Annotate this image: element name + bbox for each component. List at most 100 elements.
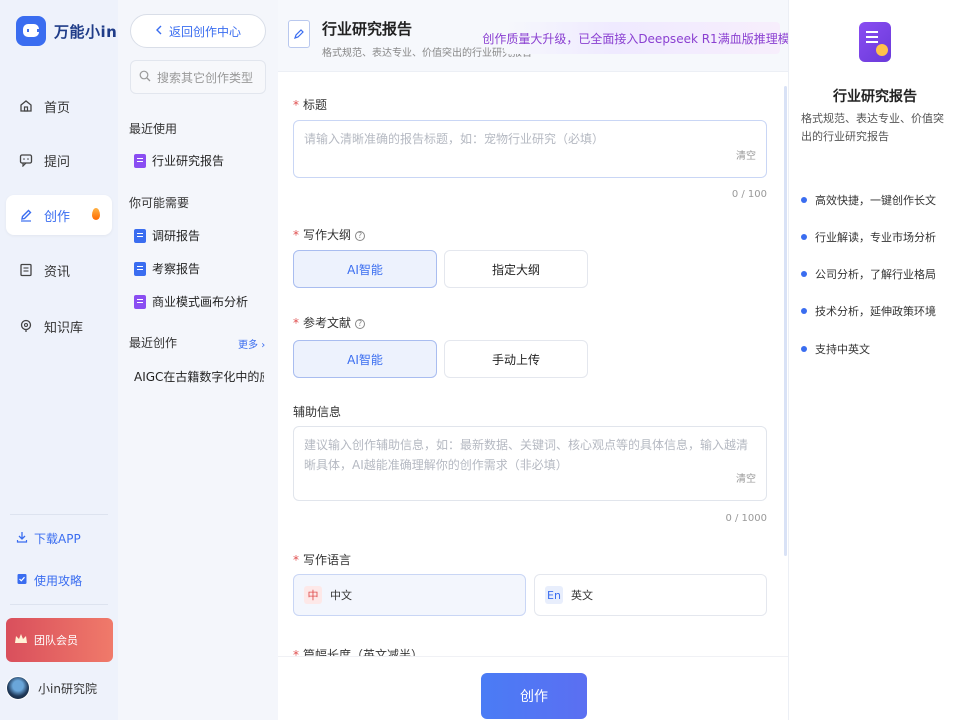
required-mark: * [293, 648, 299, 656]
form-header: 行业研究报告 格式规范、表达专业、价值突出的行业研究报告 创作质量大升级，已全面… [278, 0, 802, 72]
language-label: * 写作语言 [293, 551, 351, 568]
brand-name: 万能小in [54, 22, 118, 41]
create-button[interactable]: 创作 [481, 673, 587, 719]
chat-icon [18, 152, 34, 168]
user-name: 小in研究院 [38, 681, 97, 696]
nav-item-home[interactable]: 首页 [6, 86, 112, 126]
user-profile[interactable]: 小in研究院 [6, 676, 97, 700]
creation-form: 行业研究报告 格式规范、表达专业、价值突出的行业研究报告 创作质量大升级，已全面… [278, 0, 802, 720]
title-placeholder: 请输入清晰准确的报告标题，如：宠物行业研究（必填） [304, 132, 605, 146]
avatar [6, 676, 30, 700]
nav-item-label: 资讯 [44, 264, 71, 280]
chevron-left-icon [155, 24, 163, 38]
reference-label: * 参考文献? [293, 314, 366, 331]
main-nav: 万能小in 首页 提问 创作 资讯 知识库 下载APP 使用攻略 团队会员 小i… [0, 0, 118, 720]
bullet-icon [801, 234, 807, 240]
recent-used-heading: 最近使用 [129, 122, 178, 136]
help-icon[interactable]: ? [355, 319, 366, 329]
english-badge-icon: En [545, 586, 563, 604]
feature-item: 行业解读，专业市场分析 [801, 229, 936, 245]
recent-creation-heading: 最近创作 [129, 336, 178, 350]
scrollbar[interactable] [784, 86, 787, 556]
download-app-link[interactable]: 下载APP [16, 530, 81, 547]
length-label: * 篇幅长度（英文减半） [293, 646, 423, 656]
list-item-label: 调研报告 [152, 229, 201, 243]
info-title: 行业研究报告 [833, 89, 917, 105]
nav-item-ask[interactable]: 提问 [6, 140, 112, 180]
aux-char-counter: 0 / 1000 [725, 513, 767, 524]
recent-creation-item[interactable]: AIGC在古籍数字化中的应用... [134, 368, 264, 385]
divider [10, 514, 108, 515]
aux-info-textarea[interactable]: 建议输入创作辅助信息，如：最新数据、关键词、核心观点等的具体信息，输入越清晰具体… [293, 426, 767, 501]
brand-logo[interactable]: 万能小in [16, 16, 117, 46]
required-mark: * [293, 98, 299, 112]
title-label-text: 标题 [303, 98, 328, 112]
chinese-badge-icon: 中 [304, 586, 322, 604]
feature-item: 支持中英文 [801, 341, 870, 357]
title-label: * 标题 [293, 96, 327, 113]
outline-ai-option[interactable]: AI智能 [293, 250, 437, 288]
list-item-industry-report[interactable]: 行业研究报告 [134, 152, 224, 169]
nav-item-label: 首页 [44, 100, 71, 116]
document-icon [134, 228, 146, 243]
list-item-inspection-report[interactable]: 考察报告 [134, 260, 200, 277]
list-item-survey-report[interactable]: 调研报告 [134, 227, 200, 244]
nav-item-create[interactable]: 创作 [6, 195, 112, 235]
divider [10, 604, 108, 605]
nav-item-news[interactable]: 资讯 [6, 250, 112, 290]
required-mark: * [293, 316, 299, 330]
required-mark: * [293, 553, 299, 567]
aux-clear-button[interactable]: 清空 [736, 470, 756, 490]
back-to-creation-center-button[interactable]: 返回创作中心 [130, 14, 266, 48]
feature-text: 行业解读，专业市场分析 [815, 231, 936, 244]
back-button-label: 返回创作中心 [168, 24, 241, 39]
guide-link[interactable]: 使用攻略 [16, 572, 82, 589]
bullet-icon [801, 308, 807, 314]
feature-text: 高效快捷，一键创作长文 [815, 194, 936, 207]
more-link[interactable]: 更多 › [238, 336, 265, 351]
report-chart-icon [859, 22, 891, 62]
page-title: 行业研究报告 [322, 20, 413, 38]
document-icon [134, 294, 146, 309]
outline-label: * 写作大纲? [293, 226, 366, 243]
team-member-label: 团队会员 [34, 634, 78, 647]
required-mark: * [293, 228, 299, 242]
download-app-label: 下载APP [34, 532, 81, 546]
knowledge-icon [18, 318, 34, 334]
help-icon[interactable]: ? [355, 231, 366, 241]
title-clear-button[interactable]: 清空 [736, 147, 756, 167]
list-item-label: 商业模式画布分析 [152, 295, 249, 309]
robot-logo-icon [16, 16, 46, 46]
feature-text: 技术分析，延伸政策环境 [815, 305, 936, 318]
feature-item: 技术分析，延伸政策环境 [801, 303, 936, 319]
aux-info-label: 辅助信息 [293, 405, 342, 419]
news-icon [18, 262, 34, 278]
outline-label-text: 写作大纲 [303, 228, 352, 242]
more-label: 更多 [238, 340, 258, 351]
home-icon [18, 98, 34, 114]
maybe-need-heading: 你可能需要 [129, 196, 190, 210]
outline-custom-option[interactable]: 指定大纲 [444, 250, 588, 288]
nav-item-label: 知识库 [44, 320, 84, 336]
list-item-business-canvas[interactable]: 商业模式画布分析 [134, 293, 248, 310]
length-label-text: 篇幅长度（英文减半） [303, 648, 424, 656]
reference-ai-option[interactable]: AI智能 [293, 340, 437, 378]
search-input[interactable]: 搜索其它创作类型 [130, 60, 266, 94]
promo-banner[interactable]: 创作质量大升级，已全面接入Deepseek R1满血版推理模型 [482, 22, 802, 54]
reference-upload-option[interactable]: 手动上传 [444, 340, 588, 378]
language-option-english[interactable]: En 英文 [534, 574, 767, 616]
info-description: 格式规范、表达专业、价值突出的行业研究报告 [801, 112, 944, 143]
team-member-card[interactable]: 团队会员 [6, 618, 113, 662]
search-placeholder: 搜索其它创作类型 [157, 70, 254, 85]
language-label-text: 写作语言 [303, 553, 352, 567]
language-label-english: 英文 [571, 589, 593, 602]
document-icon [134, 261, 146, 276]
feature-text: 支持中英文 [815, 343, 870, 356]
guide-label: 使用攻略 [34, 574, 83, 588]
feature-text: 公司分析，了解行业格局 [815, 268, 936, 281]
chevron-right-icon: › [261, 340, 266, 351]
nav-item-knowledge[interactable]: 知识库 [6, 306, 112, 346]
language-option-chinese[interactable]: 中 中文 [293, 574, 526, 616]
title-input[interactable]: 请输入清晰准确的报告标题，如：宠物行业研究（必填） 清空 [293, 120, 767, 178]
hot-flame-icon [92, 208, 100, 220]
